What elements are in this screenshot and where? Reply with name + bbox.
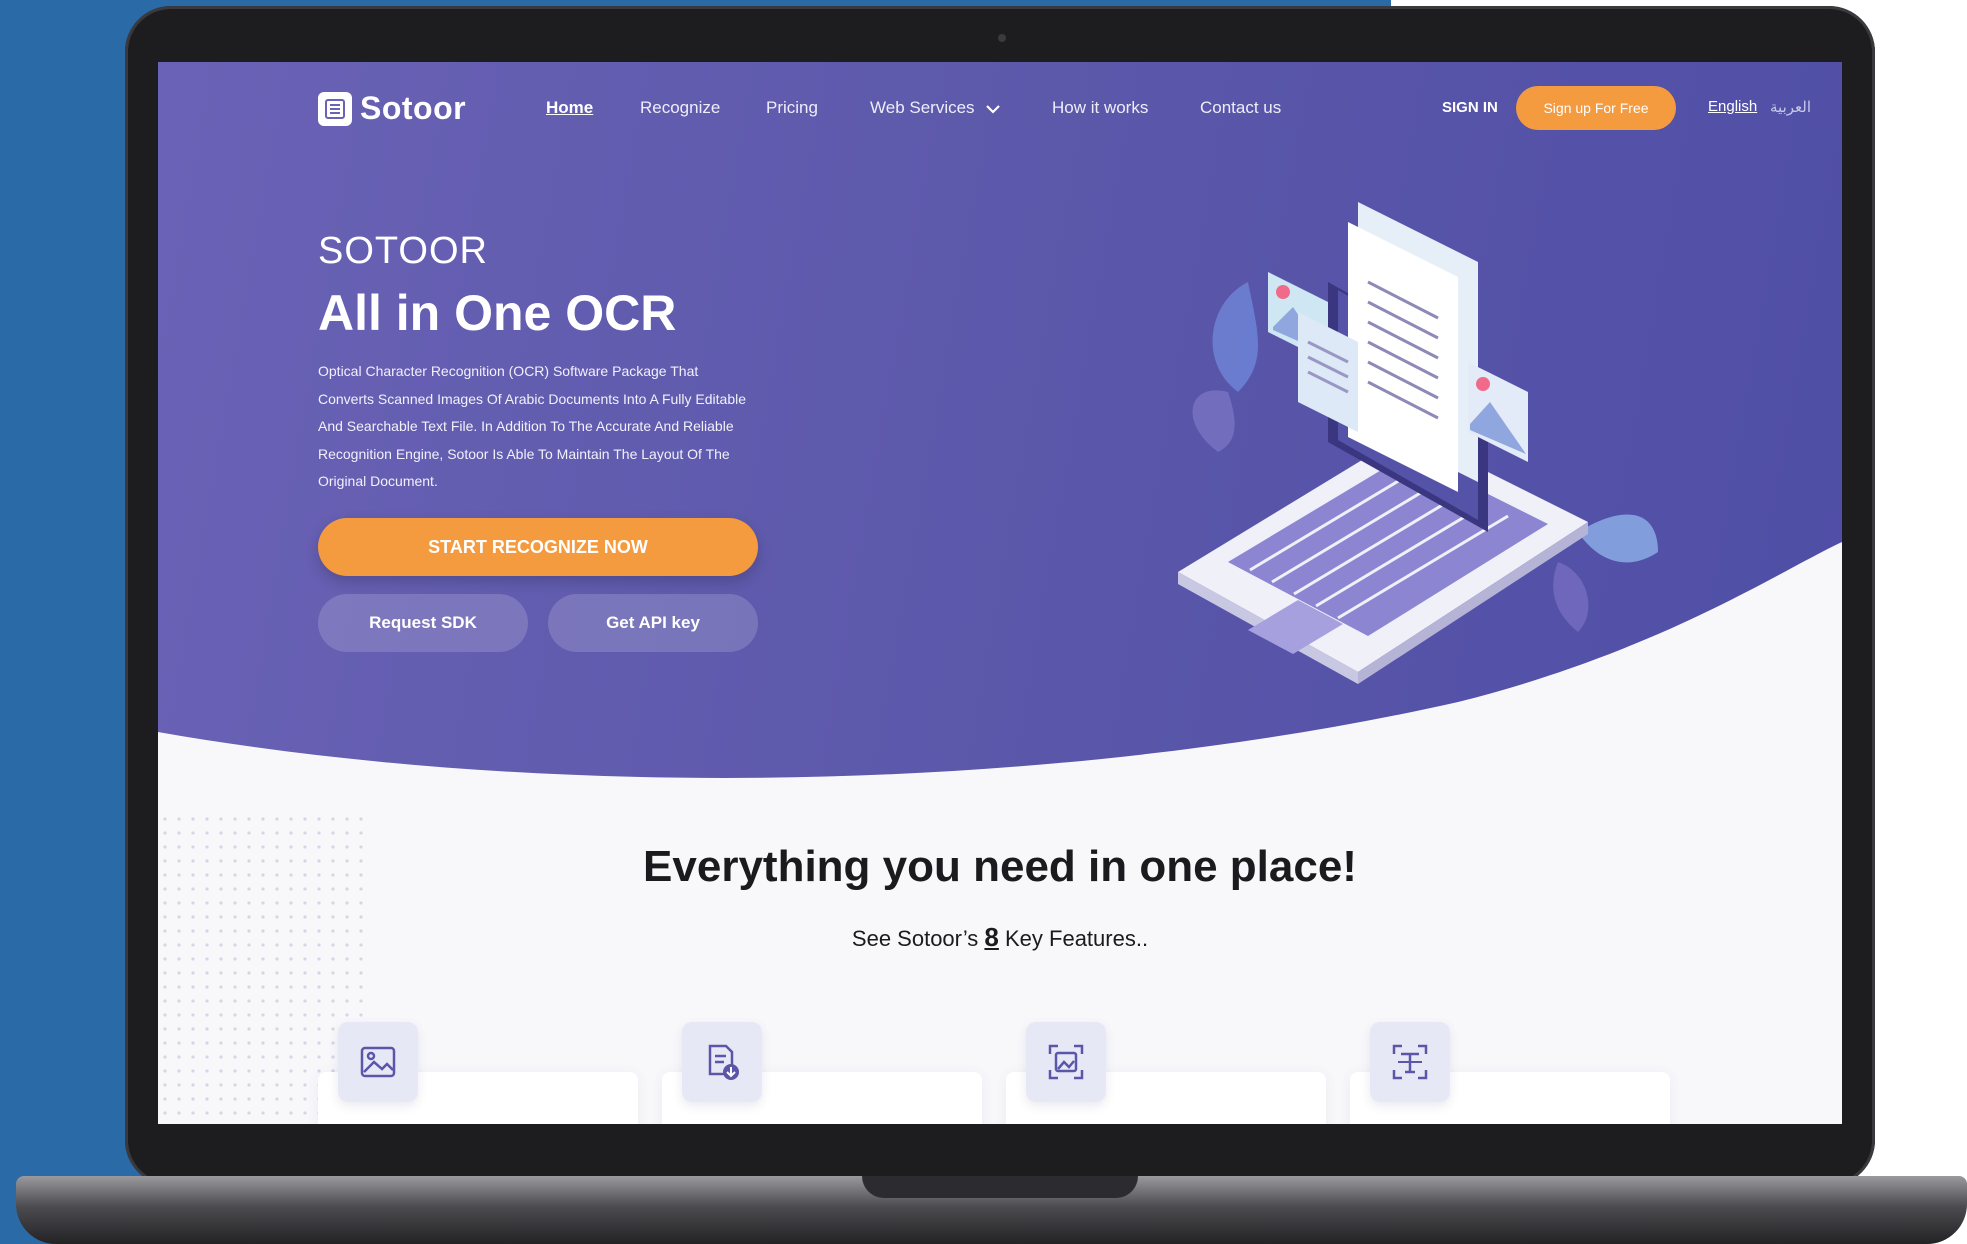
hero-headline: All in One OCR <box>318 285 677 341</box>
laptop-document-illustration <box>1178 202 1658 684</box>
nav-web-services-label: Web Services <box>870 98 975 117</box>
sign-in-link[interactable]: SIGN IN <box>1442 99 1498 116</box>
features-title: Everything you need in one place! <box>643 842 1357 891</box>
text-scan-icon <box>1370 1022 1450 1102</box>
nav-home[interactable]: Home <box>546 98 593 118</box>
browser-screen: Sotoor Home Recognize Pricing Web Servic… <box>158 62 1842 1124</box>
chevron-down-icon <box>986 104 1001 114</box>
logo-text: Sotoor <box>360 90 467 126</box>
features-subtitle-post: Key Features.. <box>998 926 1149 951</box>
features-subtitle-pre: See Sotoor’s <box>851 926 985 951</box>
sign-up-button[interactable]: Sign up For Free <box>1516 86 1676 130</box>
hero-brand: SOTOOR <box>318 230 488 272</box>
nav-pricing[interactable]: Pricing <box>766 98 818 118</box>
features-subtitle: See Sotoor’s 8 Key Features.. <box>158 922 1842 953</box>
get-api-key-button[interactable]: Get API key <box>548 594 758 652</box>
lang-arabic[interactable]: العربية <box>1770 98 1811 116</box>
nav-contact-us[interactable]: Contact us <box>1200 98 1281 118</box>
image-icon <box>338 1022 418 1102</box>
image-scan-icon <box>1026 1022 1106 1102</box>
logo-icon <box>318 91 352 126</box>
nav-web-services[interactable]: Web Services <box>870 98 1001 118</box>
nav-recognize[interactable]: Recognize <box>640 98 720 118</box>
lang-english[interactable]: English <box>1708 98 1757 115</box>
start-recognize-button[interactable]: START RECOGNIZE NOW <box>318 518 758 576</box>
camera-dot <box>998 34 1006 42</box>
hero-description: Optical Character Recognition (OCR) Soft… <box>318 363 746 489</box>
nav-how-it-works[interactable]: How it works <box>1052 98 1148 118</box>
laptop-notch <box>862 1176 1138 1198</box>
document-download-icon <box>682 1022 762 1102</box>
logo[interactable]: Sotoor <box>318 90 466 127</box>
features-count: 8 <box>984 922 999 952</box>
request-sdk-button[interactable]: Request SDK <box>318 594 528 652</box>
